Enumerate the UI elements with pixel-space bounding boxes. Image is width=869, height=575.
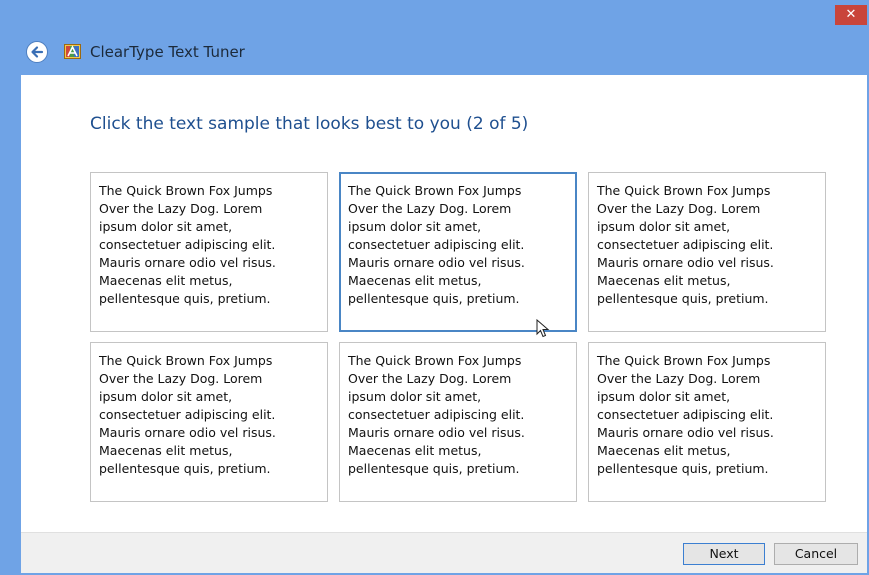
title-bar: ✕ ClearType Text Tuner [0,0,869,75]
back-arrow-icon [31,46,44,58]
text-sample-3[interactable]: The Quick Brown Fox Jumps Over the Lazy … [588,172,826,332]
text-sample-1[interactable]: The Quick Brown Fox Jumps Over the Lazy … [90,172,328,332]
text-sample-2[interactable]: The Quick Brown Fox Jumps Over the Lazy … [339,172,577,332]
text-sample-6[interactable]: The Quick Brown Fox Jumps Over the Lazy … [588,342,826,502]
cleartype-app-icon [64,44,81,59]
back-button[interactable] [26,41,48,63]
close-button[interactable]: ✕ [835,5,867,25]
content-area: Click the text sample that looks best to… [21,75,867,532]
mouse-pointer-icon [536,319,550,338]
sample-text: The Quick Brown Fox Jumps Over the Lazy … [348,183,525,306]
sample-text: The Quick Brown Fox Jumps Over the Lazy … [99,353,276,476]
sample-text: The Quick Brown Fox Jumps Over the Lazy … [99,183,276,306]
instruction-heading: Click the text sample that looks best to… [90,114,529,134]
window-title: ClearType Text Tuner [90,43,245,61]
sample-text: The Quick Brown Fox Jumps Over the Lazy … [348,353,525,476]
cancel-button[interactable]: Cancel [774,543,858,565]
text-sample-5[interactable]: The Quick Brown Fox Jumps Over the Lazy … [339,342,577,502]
cleartype-window: ✕ ClearType Text Tuner Click the text sa… [0,0,869,575]
text-sample-4[interactable]: The Quick Brown Fox Jumps Over the Lazy … [90,342,328,502]
footer-bar: Next Cancel [21,532,867,573]
sample-text: The Quick Brown Fox Jumps Over the Lazy … [597,183,774,306]
sample-text: The Quick Brown Fox Jumps Over the Lazy … [597,353,774,476]
next-button[interactable]: Next [683,543,765,565]
